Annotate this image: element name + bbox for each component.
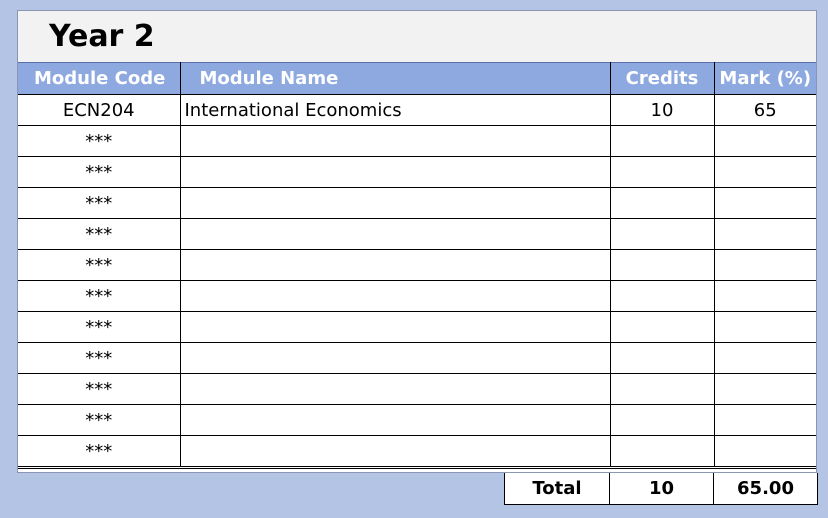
module-name-cell[interactable] [180, 280, 611, 312]
credits-cell[interactable] [610, 125, 715, 157]
table-row: *** [18, 187, 816, 219]
credits-cell[interactable] [610, 311, 715, 343]
module-code-cell[interactable]: *** [18, 156, 181, 188]
module-name-cell[interactable] [180, 218, 611, 250]
mark-cell[interactable] [714, 125, 816, 157]
table-row: *** [18, 311, 816, 343]
credits-cell[interactable] [610, 435, 715, 469]
mark-cell[interactable] [714, 187, 816, 219]
total-label: Total [504, 473, 610, 505]
table-row: *** [18, 156, 816, 188]
module-name-cell[interactable]: International Economics [180, 94, 611, 126]
credits-cell[interactable] [610, 187, 715, 219]
header-credits: Credits [610, 62, 715, 95]
table-row: *** [18, 125, 816, 157]
module-name-cell[interactable] [180, 125, 611, 157]
module-code-cell[interactable]: *** [18, 404, 181, 436]
header-module-name: Module Name [180, 62, 611, 95]
table-row: *** [18, 249, 816, 281]
header-module-code: Module Code [18, 62, 181, 95]
mark-cell[interactable] [714, 311, 816, 343]
table-row: *** [18, 342, 816, 374]
module-panel: Year 2 Module Code Module Name Credits M… [17, 10, 817, 473]
module-code-cell[interactable]: *** [18, 280, 181, 312]
table-row: *** [18, 373, 816, 405]
mark-cell[interactable] [714, 249, 816, 281]
credits-cell[interactable] [610, 156, 715, 188]
module-name-cell[interactable] [180, 373, 611, 405]
module-code-cell[interactable]: *** [18, 187, 181, 219]
mark-cell[interactable] [714, 342, 816, 374]
module-name-cell[interactable] [180, 187, 611, 219]
module-code-cell[interactable]: *** [18, 342, 181, 374]
credits-cell[interactable]: 10 [610, 94, 715, 126]
module-code-cell[interactable]: *** [18, 218, 181, 250]
module-name-cell[interactable] [180, 156, 611, 188]
mark-cell[interactable] [714, 218, 816, 250]
module-code-cell[interactable]: *** [18, 373, 181, 405]
module-name-cell[interactable] [180, 311, 611, 343]
credits-cell[interactable] [610, 404, 715, 436]
table-row: *** [18, 435, 816, 469]
page-title: Year 2 [49, 19, 155, 54]
table-body: ECN204 International Economics 10 65 *** *** *… [18, 94, 816, 469]
header-mark: Mark (%) [714, 62, 816, 95]
title-bar: Year 2 [18, 11, 816, 62]
module-name-cell[interactable] [180, 404, 611, 436]
table-row: ECN204 International Economics 10 65 [18, 94, 816, 126]
module-name-cell[interactable] [180, 249, 611, 281]
totals-table: Total 10 65.00 [504, 473, 818, 505]
module-code-cell[interactable]: *** [18, 249, 181, 281]
module-code-cell[interactable]: *** [18, 435, 181, 469]
module-code-cell[interactable]: *** [18, 125, 181, 157]
mark-cell[interactable] [714, 373, 816, 405]
credits-cell[interactable] [610, 342, 715, 374]
table-header-row: Module Code Module Name Credits Mark (%) [18, 62, 816, 95]
credits-cell[interactable] [610, 280, 715, 312]
table-row: *** [18, 404, 816, 436]
modules-table: Module Code Module Name Credits Mark (%)… [18, 62, 816, 469]
mark-cell[interactable] [714, 156, 816, 188]
total-credits[interactable]: 10 [609, 473, 714, 505]
module-code-cell[interactable]: *** [18, 311, 181, 343]
credits-cell[interactable] [610, 218, 715, 250]
credits-cell[interactable] [610, 373, 715, 405]
module-name-cell[interactable] [180, 435, 611, 469]
mark-cell[interactable] [714, 435, 816, 469]
mark-cell[interactable]: 65 [714, 94, 816, 126]
credits-cell[interactable] [610, 249, 715, 281]
mark-cell[interactable] [714, 404, 816, 436]
mark-cell[interactable] [714, 280, 816, 312]
table-row: *** [18, 280, 816, 312]
totals-row: Total 10 65.00 [504, 473, 818, 505]
total-mark[interactable]: 65.00 [713, 473, 818, 505]
table-row: *** [18, 218, 816, 250]
module-name-cell[interactable] [180, 342, 611, 374]
module-code-cell[interactable]: ECN204 [18, 94, 181, 126]
